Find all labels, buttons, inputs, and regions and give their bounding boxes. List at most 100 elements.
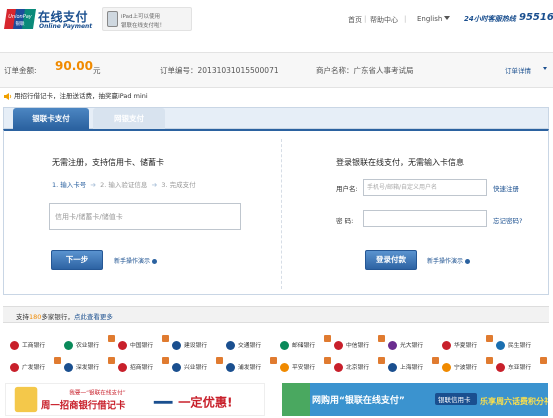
nav-home-link[interactable]: 首页: [348, 15, 362, 25]
bank-logo-icon: [334, 341, 343, 350]
bank-item[interactable]: 工商银行: [10, 340, 45, 352]
bank-name[interactable]: 深发银行: [76, 365, 99, 371]
tab-online-banking[interactable]: 网银支付: [93, 108, 165, 129]
arrow-right-icon: ➜: [90, 181, 97, 189]
bank-promo-badge-icon: [162, 357, 169, 364]
bank-name[interactable]: 浦发银行: [238, 365, 261, 371]
bank-item[interactable]: 平安银行: [280, 362, 315, 374]
bank-name[interactable]: 东亚银行: [508, 365, 531, 371]
bank-item[interactable]: 邮储银行: [280, 340, 315, 352]
bank-item[interactable]: 光大银行: [388, 340, 423, 352]
bank-logo-icon: [280, 341, 289, 350]
order-amount-unit: 元: [93, 66, 101, 75]
card-demo-link[interactable]: 新手操作演示: [114, 256, 158, 265]
login-pay-button[interactable]: 登录付款: [365, 250, 417, 270]
banner-left-small: 我要一“银联在线支付”: [69, 388, 126, 396]
order-amount-label: 订单金额:: [4, 66, 37, 75]
bank-item[interactable]: 中信银行: [334, 340, 369, 352]
promo-banner-credit[interactable]: 网购用“银联在线支付” 银联信用卡 乐享周六话费积分礼: [282, 383, 548, 416]
card-pay-title: 无需注册，支持信用卡、储蓄卡: [52, 158, 164, 167]
tab-unionpay-card[interactable]: 银联卡支付: [13, 108, 89, 129]
ipad-icon: [107, 11, 118, 27]
promo-line[interactable]: 用招行借记卡，注册送话费，抽奖赢iPad mini: [4, 90, 148, 100]
bank-item[interactable]: 兴业银行: [172, 362, 207, 374]
bank-name[interactable]: 中信银行: [346, 343, 369, 349]
bank-item[interactable]: 交通银行: [226, 340, 261, 352]
card-demo-link-label[interactable]: 新手操作演示: [114, 258, 150, 265]
banner-left-main: 周一招商银行借记卡: [41, 399, 126, 411]
bank-name[interactable]: 光大银行: [400, 343, 423, 349]
bank-logo-icon: [64, 363, 73, 372]
bank-name[interactable]: 招商银行: [130, 365, 153, 371]
username-input[interactable]: [363, 179, 487, 196]
bank-item[interactable]: 深发银行: [64, 362, 99, 374]
promo-text[interactable]: 用招行借记卡，注册送话费，抽奖赢iPad mini: [14, 92, 148, 100]
order-amount-value: 90.00: [55, 59, 93, 73]
bank-item[interactable]: 东亚银行: [496, 362, 531, 374]
panel-divider: [281, 139, 282, 289]
banks-header-text: 支持180多家银行，点此查看更多: [16, 311, 113, 321]
nav-language-select[interactable]: English: [417, 15, 442, 23]
bank-name[interactable]: 中国银行: [130, 343, 153, 349]
order-detail-link[interactable]: 订单详情: [505, 65, 531, 75]
unionpay-logo[interactable]: UnionPay 银联: [4, 8, 36, 30]
password-input[interactable]: [363, 210, 487, 227]
bank-item[interactable]: 北京银行: [334, 362, 369, 374]
bank-item[interactable]: 上海银行: [388, 362, 423, 374]
bank-item[interactable]: 农业银行: [64, 340, 99, 352]
bank-logo-icon: [172, 341, 181, 350]
step-1: 1. 输入卡号: [52, 181, 87, 189]
banks-more-link[interactable]: 点此查看更多: [74, 313, 113, 321]
ipad-promo[interactable]: iPad上可以使用 银联在线支付啦！: [102, 7, 192, 31]
bank-name[interactable]: 兴业银行: [184, 365, 207, 371]
bank-logo-icon: [442, 363, 451, 372]
bank-item[interactable]: 华夏银行: [442, 340, 477, 352]
bank-name[interactable]: 上海银行: [400, 365, 423, 371]
bank-logo-icon: [10, 341, 19, 350]
forgot-password-link[interactable]: 忘记密码?: [493, 215, 522, 225]
bank-logo-icon: [226, 341, 235, 350]
play-icon: [465, 259, 471, 264]
bank-name[interactable]: 建设银行: [184, 343, 207, 349]
bank-item[interactable]: 广发银行: [10, 362, 45, 374]
bank-item[interactable]: 宁波银行: [442, 362, 477, 374]
bank-name[interactable]: 邮储银行: [292, 343, 315, 349]
bank-name[interactable]: 民生银行: [508, 343, 531, 349]
login-demo-link[interactable]: 新手操作演示: [427, 256, 471, 265]
bank-item[interactable]: 中国银行: [118, 340, 153, 352]
login-pay-title: 登录银联在线支付，无需输入卡信息: [336, 158, 464, 167]
bank-logo-icon: [10, 363, 19, 372]
bank-item[interactable]: 建设银行: [172, 340, 207, 352]
bank-name[interactable]: 华夏银行: [454, 343, 477, 349]
chevron-down-icon[interactable]: [444, 16, 450, 20]
bank-name[interactable]: 广发银行: [22, 365, 45, 371]
bank-name[interactable]: 交通银行: [238, 343, 261, 349]
bank-name[interactable]: 宁波银行: [454, 365, 477, 371]
bank-name[interactable]: 农业银行: [76, 343, 99, 349]
chevron-down-icon[interactable]: [543, 67, 547, 70]
login-demo-link-label[interactable]: 新手操作演示: [427, 258, 463, 265]
bank-logo-icon: [64, 341, 73, 350]
nav-help-link[interactable]: 帮助中心: [370, 15, 398, 25]
bank-promo-badge-icon: [324, 335, 331, 342]
merchant-name: 商户名称：广东省人事考试局: [316, 66, 414, 75]
bank-item[interactable]: 民生银行: [496, 340, 531, 352]
bank-name[interactable]: 工商银行: [22, 343, 45, 349]
ipad-promo-line1: iPad上可以使用: [121, 14, 160, 20]
register-link[interactable]: 快速注册: [493, 183, 519, 193]
payment-panel: 无需注册，支持信用卡、储蓄卡 1. 输入卡号 ➜ 2. 输入验证信息 ➜ 3. 完成支付…: [3, 129, 549, 295]
bank-logo-icon: [226, 363, 235, 372]
username-label: 用户名:: [336, 185, 358, 193]
bank-item[interactable]: 浦发银行: [226, 362, 261, 374]
bank-name[interactable]: 北京银行: [346, 365, 369, 371]
bank-item[interactable]: 招商银行: [118, 362, 153, 374]
banner-right-sub: 银联信用卡: [438, 395, 471, 404]
banks-count: 180: [29, 313, 42, 321]
bank-promo-badge-icon: [270, 357, 277, 364]
next-button[interactable]: 下一步: [51, 250, 103, 270]
bank-name[interactable]: 平安银行: [292, 365, 315, 371]
bank-logo-icon: [118, 363, 127, 372]
promo-banner-cmb[interactable]: 我要一“银联在线支付” 周一招商银行借记卡 一定优惠!: [5, 383, 265, 416]
card-number-input[interactable]: [49, 203, 241, 230]
banner-right-main: 网购用“银联在线支付”: [312, 394, 405, 406]
